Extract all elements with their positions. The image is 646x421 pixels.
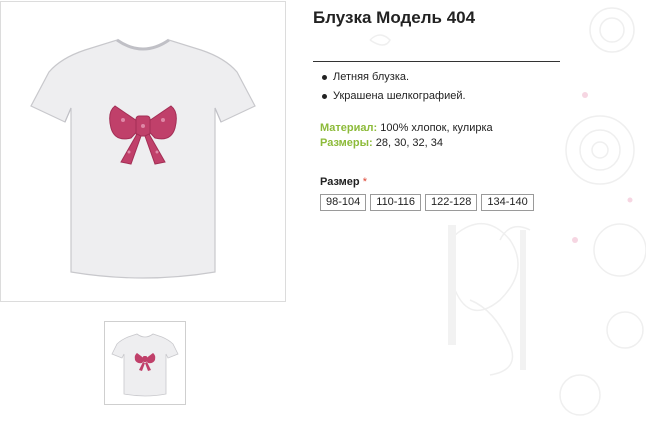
required-mark: * [362,176,367,188]
sizes-value: 28, 30, 32, 34 [375,137,444,149]
sizes-label: Размеры: [320,137,373,149]
material-label: Материал: [320,122,378,134]
title-divider [313,61,560,62]
product-title: Блузка Модель 404 [313,8,476,27]
sizes-spec: Размеры: 28, 30, 32, 34 [320,137,443,149]
size-option-134-140[interactable]: 134-140 [481,194,534,211]
material-value: 100% хлопок, кулирка [380,122,493,134]
feature-item: Летняя блузка. [320,71,466,90]
tshirt-thumbnail-illustration [111,333,179,397]
product-thumbnail[interactable] [104,321,186,405]
material-spec: Материал: 100% хлопок, кулирка [320,122,493,134]
size-select-label-text: Размер [320,176,360,188]
feature-list: Летняя блузка. Украшена шелкографией. [320,71,466,109]
size-select-label: Размер * [320,176,367,188]
size-option-122-128[interactable]: 122-128 [425,194,478,211]
feature-item: Украшена шелкографией. [320,90,466,109]
size-options: 98-104 110-116 122-128 134-140 [320,194,534,211]
size-option-98-104[interactable]: 98-104 [320,194,367,211]
size-option-110-116[interactable]: 110-116 [370,194,422,211]
product-main-image[interactable] [0,1,286,302]
tshirt-illustration [30,38,256,279]
